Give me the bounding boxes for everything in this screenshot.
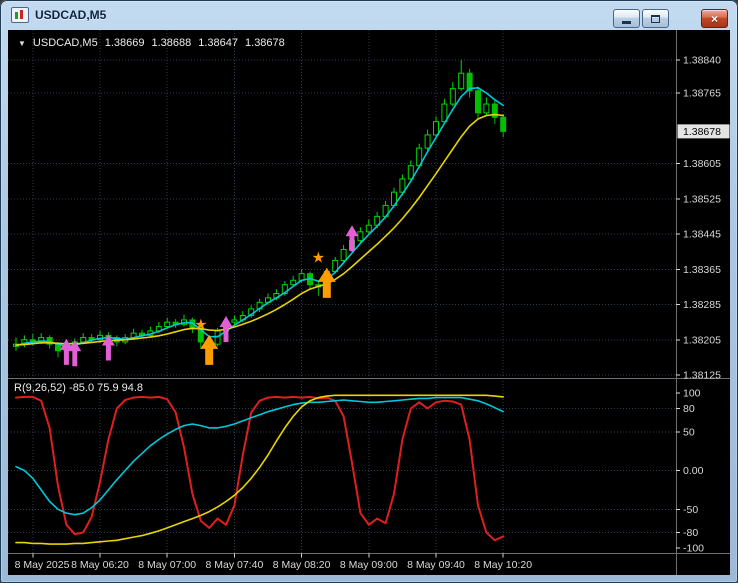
svg-text:1.38365: 1.38365 (683, 264, 721, 276)
svg-text:★: ★ (312, 248, 325, 266)
ohlc-close: 1.38678 (245, 37, 285, 49)
svg-text:8 May 08:20: 8 May 08:20 (273, 559, 331, 571)
ohlc-open: 1.38669 (104, 37, 145, 49)
svg-text:8 May 10:20: 8 May 10:20 (474, 559, 532, 571)
svg-text:1.38840: 1.38840 (683, 55, 721, 67)
svg-text:1.38525: 1.38525 (683, 193, 721, 205)
mt4-chart-window: USDCAD,M5 × ★ ★ 1.38840 1.38765 1.38605 1.385… (0, 0, 738, 583)
svg-text:1.38765: 1.38765 (683, 88, 721, 100)
svg-text:★: ★ (194, 315, 207, 333)
svg-text:-50: -50 (683, 504, 698, 516)
svg-text:1.38445: 1.38445 (683, 229, 721, 241)
maximize-button[interactable] (642, 9, 669, 28)
svg-text:1.38678: 1.38678 (683, 126, 721, 138)
window-titlebar[interactable]: USDCAD,M5 × (0, 0, 738, 30)
window-title: USDCAD,M5 (35, 8, 107, 22)
svg-text:-100: -100 (683, 543, 704, 555)
ohlc-high: 1.38688 (151, 37, 192, 49)
svg-text:8 May 07:00: 8 May 07:00 (138, 559, 196, 571)
svg-text:1.38205: 1.38205 (683, 334, 721, 346)
svg-text:8 May 2025: 8 May 2025 (15, 559, 70, 571)
chart-canvas[interactable]: ★ ★ 1.38840 1.38765 1.38605 1.38525 1.38445 1.3… (8, 30, 730, 575)
chart-window-icon (11, 7, 29, 23)
svg-text:0.00: 0.00 (683, 465, 704, 477)
minimize-button[interactable] (613, 9, 640, 28)
ohlc-low: 1.38647 (198, 37, 239, 49)
svg-text:8 May 06:20: 8 May 06:20 (71, 559, 129, 571)
svg-text:80: 80 (683, 403, 695, 415)
svg-text:-80: -80 (683, 527, 698, 539)
chevron-down-icon[interactable]: ▼ (18, 39, 26, 48)
chart-client-area: ★ ★ 1.38840 1.38765 1.38605 1.38525 1.38445 1.3… (8, 30, 730, 575)
caption-buttons: × (611, 9, 728, 28)
ohlc-line: ▼ USDCAD,M5 1.38669 1.38688 1.38647 1.38… (18, 37, 285, 49)
svg-text:8 May 09:40: 8 May 09:40 (407, 559, 465, 571)
maximize-icon (651, 14, 660, 23)
minimize-icon (622, 21, 631, 24)
ohlc-symbol: USDCAD,M5 (32, 37, 98, 49)
svg-text:50: 50 (683, 426, 695, 438)
svg-text:100: 100 (683, 388, 701, 400)
indicator-label: R(9,26,52) -85.0 75.9 94.8 (14, 382, 144, 394)
svg-text:8 May 07:40: 8 May 07:40 (206, 559, 264, 571)
svg-text:1.38605: 1.38605 (683, 158, 721, 170)
svg-text:1.38125: 1.38125 (683, 370, 721, 382)
close-button[interactable]: × (701, 9, 728, 28)
svg-text:8 May 09:00: 8 May 09:00 (340, 559, 398, 571)
svg-text:1.38285: 1.38285 (683, 299, 721, 311)
